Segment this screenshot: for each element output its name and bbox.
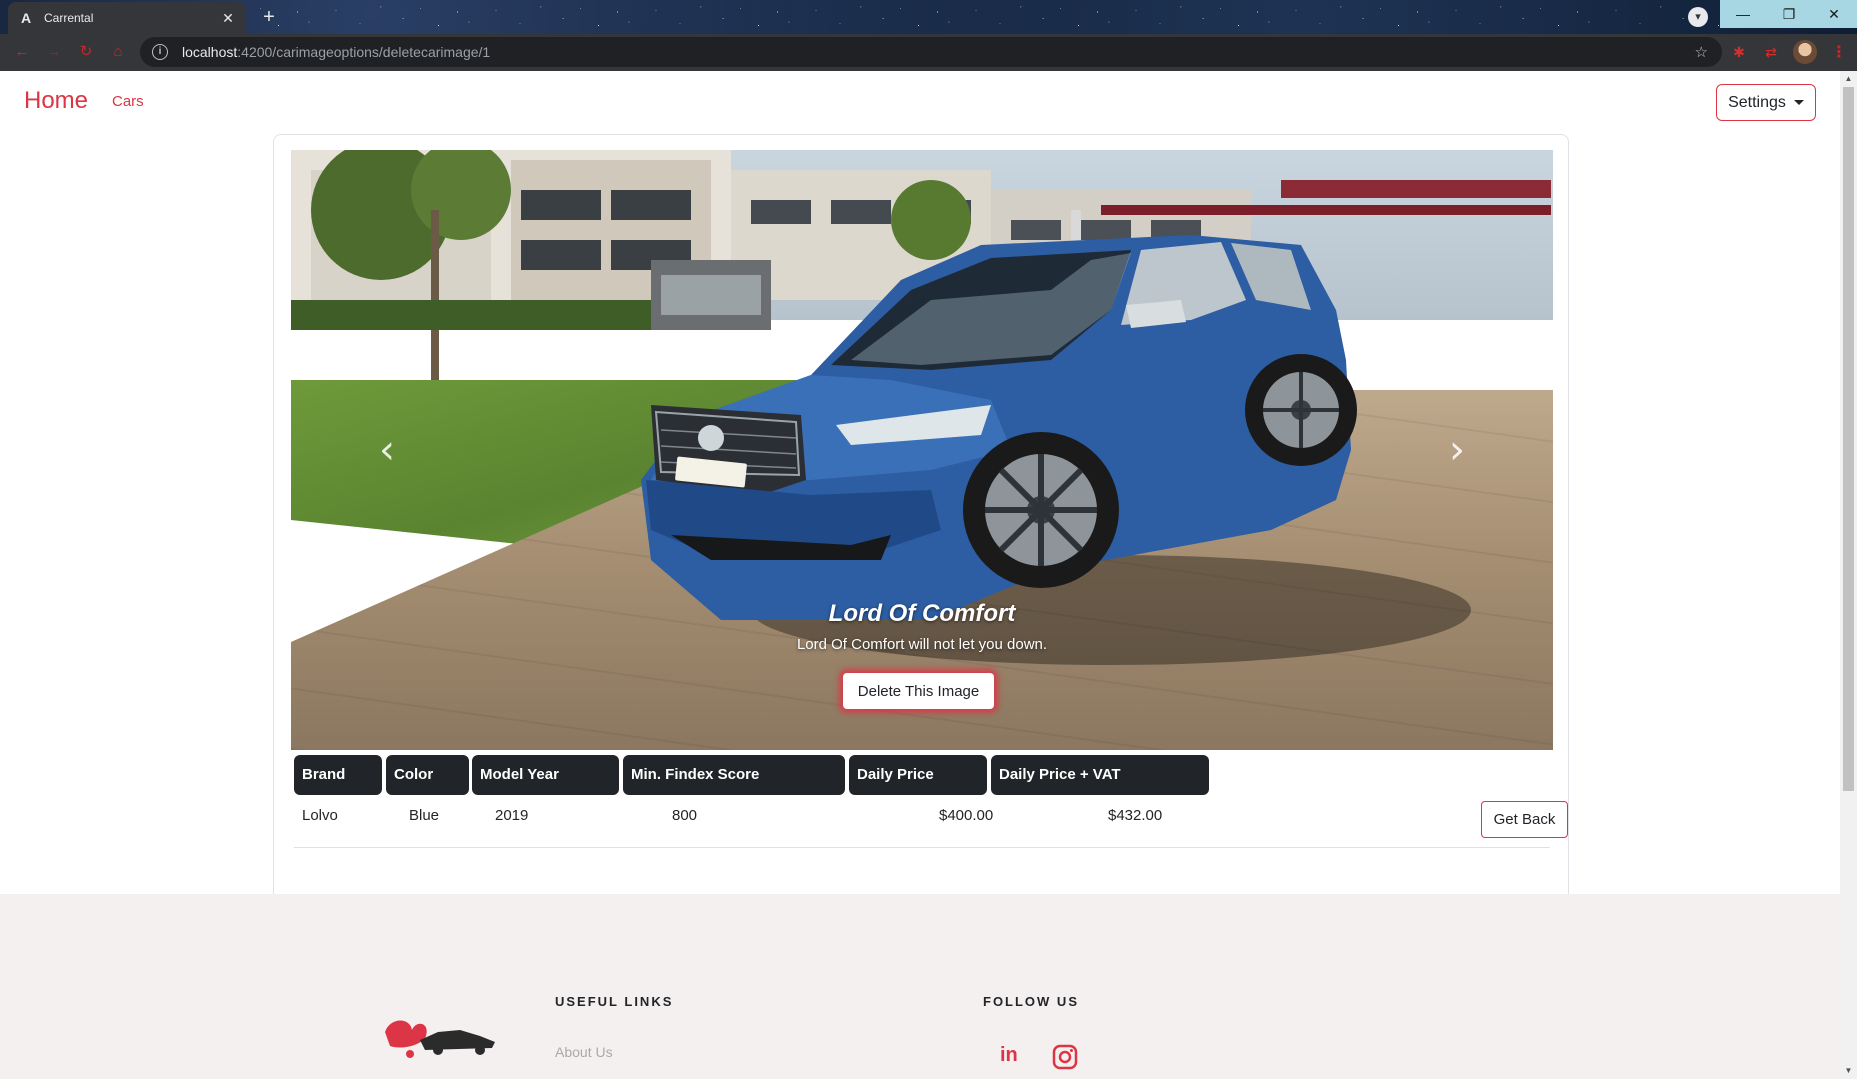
browser-tab[interactable]: A Carrental ✕	[8, 2, 246, 34]
back-icon[interactable]: ←	[12, 42, 32, 62]
header-color: Color	[386, 755, 469, 795]
home-icon[interactable]: ⌂	[108, 42, 128, 62]
useful-links-heading: USEFUL LINKS	[555, 994, 674, 1009]
get-back-button[interactable]: Get Back	[1481, 801, 1568, 838]
scroll-up-icon[interactable]: ▲	[1840, 71, 1857, 87]
url-path: :4200/carimageoptions/deletecarimage/1	[237, 44, 491, 60]
tab-title: Carrental	[44, 11, 94, 25]
carousel-next-button[interactable]: ›	[1437, 430, 1477, 470]
nav-cars-link[interactable]: Cars	[112, 93, 144, 110]
bookmark-star-icon[interactable]: ☆	[1695, 43, 1708, 61]
browser-menu-icon[interactable]: ⋮	[1831, 42, 1847, 62]
carousel-caption-title: Lord Of Comfort	[828, 600, 1016, 627]
tab-search-icon[interactable]: ▾	[1688, 7, 1708, 27]
url-host: localhost	[182, 44, 238, 60]
settings-label: Settings	[1728, 93, 1786, 111]
value-findex-score: 800	[672, 807, 698, 824]
header-findex-score: Min. Findex Score	[623, 755, 845, 795]
browser-tabstrip: A Carrental ✕ + ▾ — ❐ ✕	[0, 0, 1857, 34]
follow-us-heading: FOLLOW US	[983, 994, 1079, 1009]
extension-translate-icon[interactable]: ⇄	[1762, 43, 1780, 61]
new-tab-button[interactable]: +	[257, 6, 281, 30]
table-divider	[294, 847, 1550, 848]
car-image-carousel: ‹ › Lord Of Comfort Lord Of Comfort will…	[291, 150, 1553, 750]
settings-dropdown-button[interactable]: Settings	[1716, 84, 1816, 121]
header-model-year: Model Year	[472, 755, 619, 795]
profile-avatar[interactable]	[1793, 40, 1817, 64]
scroll-down-icon[interactable]: ▼	[1840, 1063, 1857, 1079]
forward-icon[interactable]: →	[44, 42, 64, 62]
linkedin-icon[interactable]: in	[1000, 1044, 1028, 1072]
carousel-prev-button[interactable]: ‹	[367, 430, 407, 470]
site-info-icon[interactable]: i	[152, 44, 168, 60]
delete-image-button[interactable]: Delete This Image	[843, 673, 994, 709]
window-close-button[interactable]: ✕	[1811, 0, 1857, 28]
page-scrollbar[interactable]: ▲ ▼	[1840, 71, 1857, 1079]
about-us-link[interactable]: About Us	[555, 1044, 613, 1060]
url-text: localhost:4200/carimageoptions/deletecar…	[182, 44, 490, 60]
nav-home-link[interactable]: Home	[24, 87, 88, 115]
value-daily-price: $400.00	[939, 807, 994, 824]
header-daily-price-vat: Daily Price + VAT	[991, 755, 1209, 795]
value-color: Blue	[409, 807, 440, 824]
caret-down-icon	[1793, 100, 1804, 105]
value-model-year: 2019	[495, 807, 529, 824]
car-detail-card: ‹ › Lord Of Comfort Lord Of Comfort will…	[273, 134, 1569, 940]
value-daily-price-vat: $432.00	[1108, 807, 1163, 824]
page-viewport: Home Cars Settings ‹ › Lord Of Comfort L…	[0, 71, 1857, 1079]
instagram-icon[interactable]	[1052, 1044, 1080, 1072]
car-image	[641, 235, 1471, 665]
angular-favicon-icon: A	[20, 10, 32, 26]
reload-icon[interactable]: ↻	[76, 42, 96, 62]
site-footer: USEFUL LINKS About Us FOLLOW US in	[0, 894, 1840, 1079]
carrental-logo	[385, 1020, 495, 1058]
header-brand: Brand	[294, 755, 382, 795]
header-daily-price: Daily Price	[849, 755, 987, 795]
extension-puzzle-icon[interactable]: ✱	[1730, 43, 1748, 61]
carousel-caption-text: Lord Of Comfort will not let you down.	[796, 636, 1048, 653]
value-brand: Lolvo	[302, 807, 338, 824]
window-restore-button[interactable]: ❐	[1766, 0, 1812, 28]
tab-close-icon[interactable]: ✕	[220, 10, 236, 27]
scrollbar-thumb[interactable]	[1843, 87, 1854, 791]
window-minimize-button[interactable]: —	[1720, 0, 1766, 28]
address-bar[interactable]: i localhost:4200/carimageoptions/deletec…	[140, 37, 1722, 67]
browser-toolbar: ← → ↻ ⌂ i localhost:4200/carimageoptions…	[0, 34, 1857, 71]
site-navbar: Home Cars Settings	[0, 71, 1840, 137]
